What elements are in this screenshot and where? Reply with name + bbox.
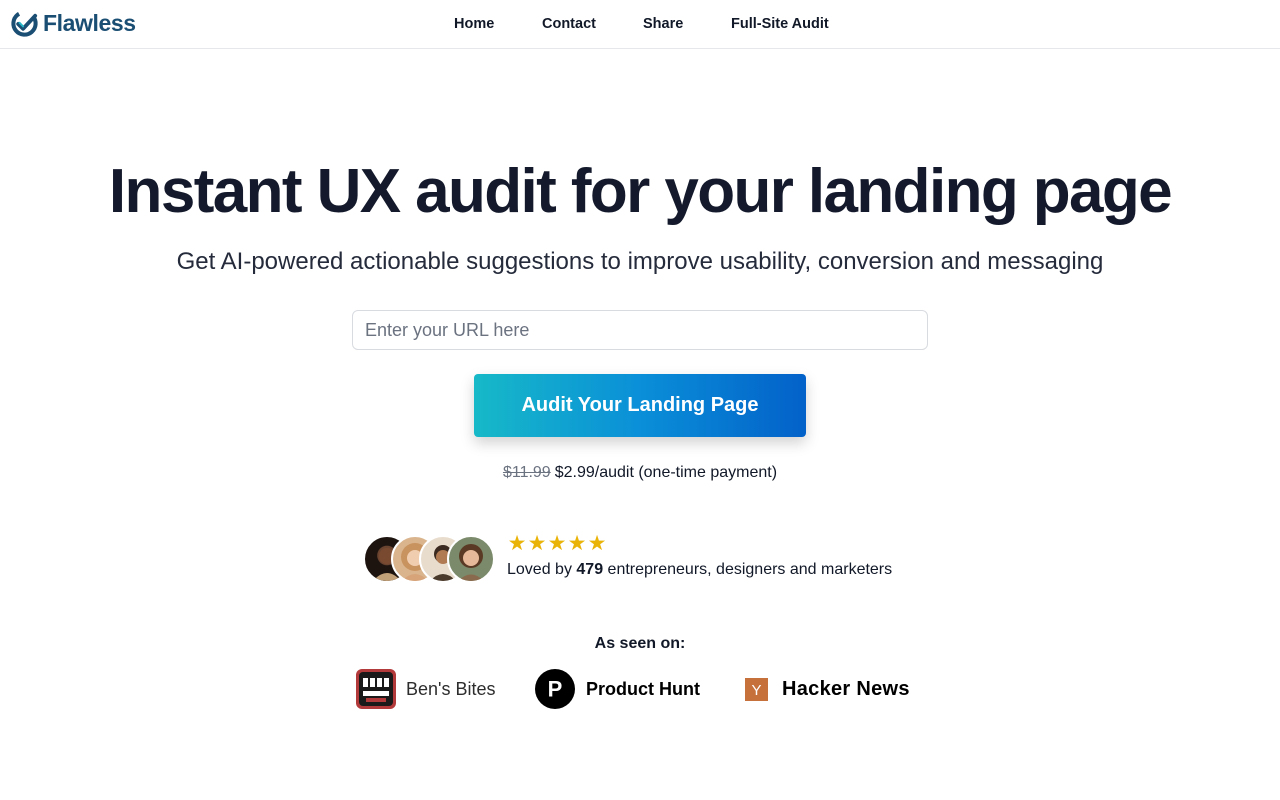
star-icon: ★ — [547, 532, 567, 555]
star-icon: ★ — [587, 532, 607, 555]
nav-share[interactable]: Share — [643, 15, 683, 33]
nav-home[interactable]: Home — [454, 15, 494, 33]
svg-text:Y: Y — [751, 682, 761, 699]
hacker-news-logo-icon: Y — [745, 677, 768, 701]
hacker-news-name: Hacker News — [782, 677, 910, 700]
current-price: $2.99/audit (one-time payment) — [554, 464, 778, 481]
as-seen-on-label: As seen on: — [594, 635, 686, 652]
old-price: $11.99 — [502, 464, 551, 481]
star-icon: ★ — [507, 532, 527, 555]
nav-contact[interactable]: Contact — [542, 15, 596, 33]
five-star-rating: ★ ★ ★ ★ ★ — [507, 533, 607, 555]
nav-full-site-audit[interactable]: Full-Site Audit — [731, 15, 829, 33]
star-icon: ★ — [527, 532, 547, 555]
svg-text:P: P — [548, 677, 563, 702]
site-header: Flawless Home Contact Share Full-Site Au… — [0, 0, 1280, 49]
product-hunt-name: Product Hunt — [586, 678, 700, 699]
audit-landing-page-button[interactable]: Audit Your Landing Page — [474, 374, 806, 437]
product-hunt-logo-icon: P — [535, 669, 575, 709]
bens-bites-link[interactable]: Ben's Bites — [356, 669, 495, 709]
hero-subheadline: Get AI-powered actionable suggestions to… — [176, 248, 1104, 275]
customer-count: 479 — [576, 561, 604, 578]
pricing-text: $11.99 $2.99/audit (one-time payment) — [0, 463, 1280, 483]
avatar — [447, 535, 495, 583]
product-hunt-link[interactable]: P Product Hunt — [535, 669, 700, 709]
loved-prefix: Loved by — [507, 561, 577, 578]
hacker-news-link[interactable]: Y Hacker News — [745, 669, 910, 709]
bens-bites-logo-icon — [356, 669, 396, 709]
bens-bites-name: Ben's Bites — [406, 678, 496, 699]
loved-by-text: Loved by 479 entrepreneurs, designers an… — [507, 560, 892, 580]
url-input[interactable] — [352, 310, 928, 350]
loved-suffix: entrepreneurs, designers and marketers — [603, 561, 893, 578]
star-icon: ★ — [567, 532, 587, 555]
main-nav: Home Contact Share Full-Site Audit — [0, 0, 1280, 48]
customer-avatars — [363, 535, 495, 583]
hero-headline: Instant UX audit for your landing page — [108, 157, 1173, 226]
